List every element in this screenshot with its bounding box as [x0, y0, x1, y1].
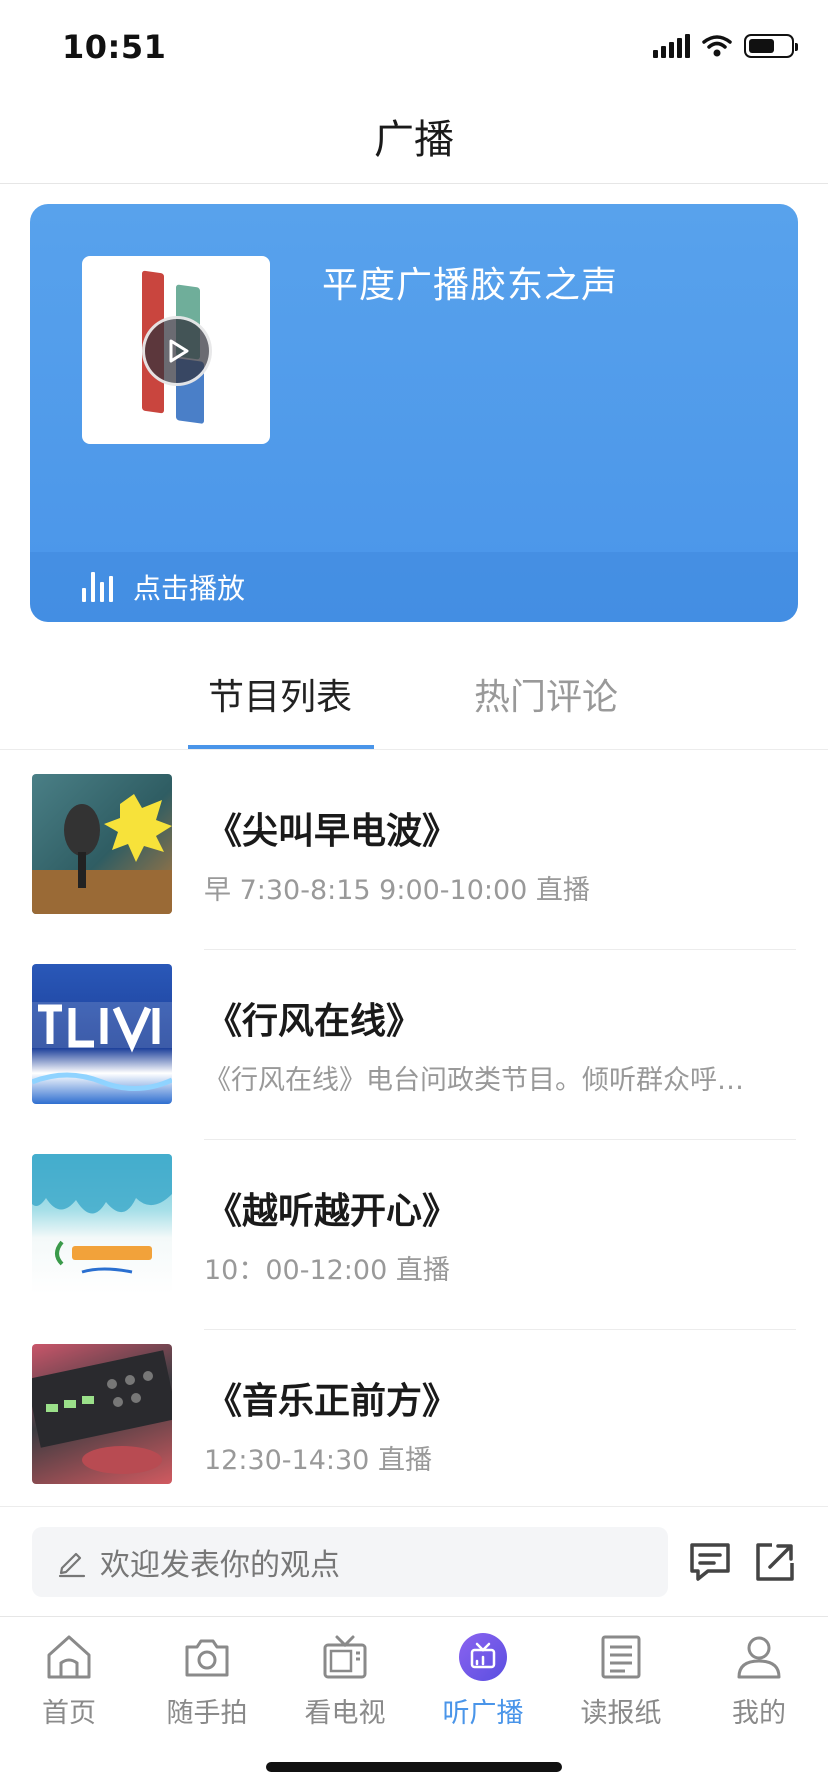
program-title: 《越听越开心》 — [206, 1191, 459, 1232]
tabbar-label: 读报纸 — [580, 1698, 662, 1729]
station-cover[interactable] — [82, 256, 270, 444]
status-icons — [653, 34, 798, 58]
program-desc: 10：00-12:00 直播 — [204, 1255, 450, 1286]
program-list: 《尖叫早电波》 早 7:30-8:15 9:00-10:00 直播 《行风在线》… — [0, 760, 828, 1520]
audio-bars-icon — [82, 572, 113, 602]
program-thumbnail — [32, 1344, 172, 1484]
comment-input[interactable]: 欢迎发表你的观点 — [32, 1527, 668, 1597]
program-item[interactable]: 《音乐正前方》 12:30-14:30 直播 — [0, 1330, 828, 1520]
program-title: 《尖叫早电波》 — [206, 811, 459, 852]
program-title: 《音乐正前方》 — [206, 1381, 459, 1422]
tab-indicator — [188, 745, 374, 749]
profile-icon — [737, 1636, 781, 1679]
program-title: 《行风在线》 — [206, 1001, 423, 1042]
page-title: 广播 — [374, 117, 454, 163]
play-label: 点击播放 — [133, 572, 246, 605]
camera-icon — [185, 1639, 229, 1677]
tabbar-radio[interactable]: 听广播 — [414, 1631, 552, 1741]
program-thumbnail — [32, 1154, 172, 1294]
program-desc: 12:30-14:30 直播 — [204, 1445, 432, 1476]
home-indicator[interactable] — [266, 1762, 562, 1772]
microphone-image — [32, 794, 172, 914]
splash-image — [32, 1154, 172, 1274]
share-icon[interactable] — [750, 1537, 798, 1585]
tabbar-newspaper[interactable]: 读报纸 — [552, 1631, 690, 1741]
tabbar-label: 看电视 — [304, 1698, 386, 1729]
tab-program-list[interactable]: 节目列表 — [208, 668, 352, 720]
status-bar: 10:51 — [0, 0, 828, 100]
program-item[interactable]: 《行风在线》 《行风在线》电台问政类节目。倾听群众呼… — [0, 950, 828, 1140]
station-name: 平度广播胶东之声 — [322, 265, 619, 306]
program-thumbnail — [32, 774, 172, 914]
banner-image — [32, 1002, 172, 1092]
status-time: 10:51 — [62, 28, 167, 66]
play-button[interactable] — [142, 316, 212, 386]
newspaper-icon — [601, 1635, 641, 1679]
pencil-icon — [58, 1552, 86, 1578]
comment-icon[interactable] — [686, 1537, 734, 1585]
wifi-icon — [702, 35, 732, 57]
nav-bar: 广播 — [0, 100, 828, 184]
comment-placeholder: 欢迎发表你的观点 — [100, 1548, 340, 1583]
play-bar[interactable]: 点击播放 — [30, 552, 798, 622]
tabbar-snapshot[interactable]: 随手拍 — [138, 1631, 276, 1741]
program-thumbnail — [32, 964, 172, 1104]
program-item[interactable]: 《越听越开心》 10：00-12:00 直播 — [0, 1140, 828, 1330]
battery-icon — [744, 34, 798, 58]
tabbar-label: 首页 — [42, 1698, 96, 1729]
play-icon — [169, 339, 189, 363]
comment-bar: 欢迎发表你的观点 — [0, 1506, 828, 1616]
tabbar-label: 随手拍 — [166, 1698, 248, 1729]
mixer-image — [32, 1350, 172, 1474]
content-tabs: 节目列表 热门评论 — [0, 648, 828, 750]
tabbar-tv[interactable]: 看电视 — [276, 1631, 414, 1741]
tabbar-label: 听广播 — [442, 1698, 524, 1729]
program-item[interactable]: 《尖叫早电波》 早 7:30-8:15 9:00-10:00 直播 — [0, 760, 828, 950]
tabbar-profile[interactable]: 我的 — [690, 1631, 828, 1741]
program-desc: 《行风在线》电台问政类节目。倾听群众呼… — [204, 1065, 744, 1096]
tabbar-home[interactable]: 首页 — [0, 1631, 138, 1741]
signal-icon — [653, 34, 690, 58]
radio-icon — [459, 1633, 507, 1681]
tab-hot-comments[interactable]: 热门评论 — [474, 668, 618, 720]
program-desc: 早 7:30-8:15 9:00-10:00 直播 — [204, 875, 590, 906]
tv-icon — [323, 1635, 367, 1679]
home-icon — [47, 1635, 91, 1679]
tabbar-label: 我的 — [732, 1698, 786, 1729]
station-player-card[interactable]: 平度广播胶东之声 点击播放 — [30, 204, 798, 622]
